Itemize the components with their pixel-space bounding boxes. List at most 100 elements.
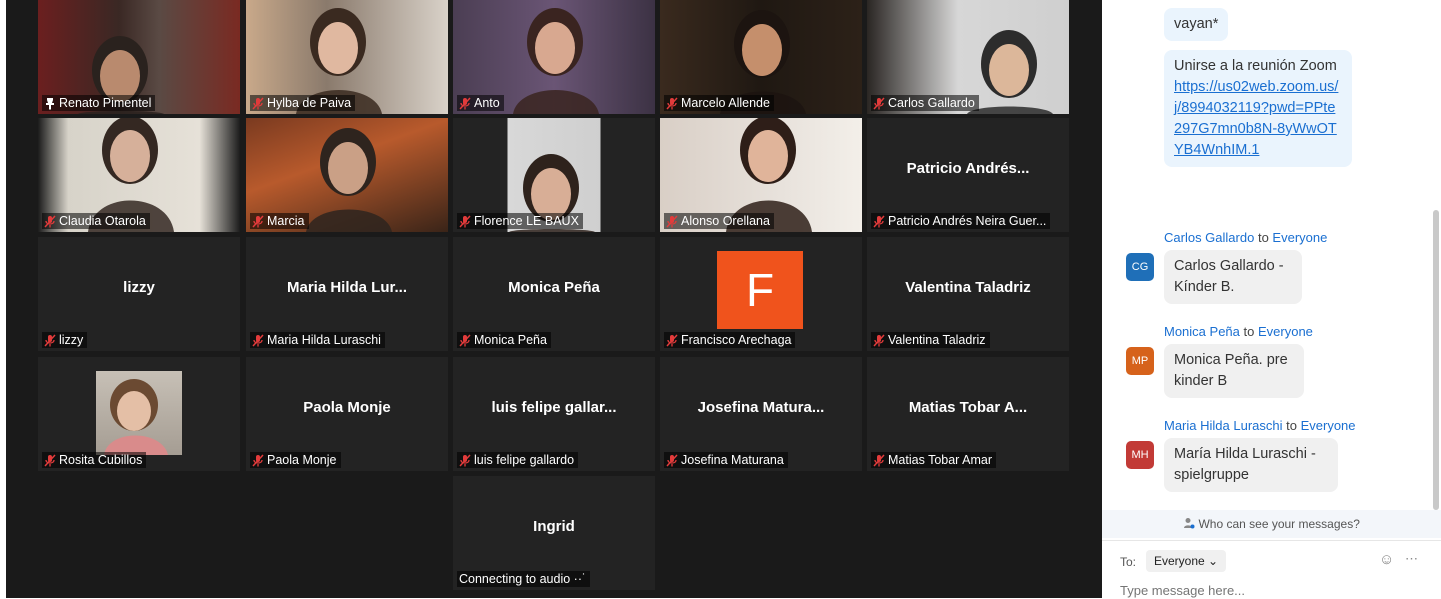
participant-name-text: Anto	[474, 96, 500, 110]
person-icon	[1183, 511, 1195, 529]
participant-display-name: Josefina Matura...	[697, 399, 825, 416]
participant-tile[interactable]: Patricio Andrés... Patricio Andrés Neira …	[867, 118, 1069, 232]
participant-name-text: lizzy	[59, 333, 84, 347]
mic-muted-icon	[252, 453, 264, 467]
avatar: F	[717, 251, 803, 329]
participant-name-text: luis felipe gallardo	[474, 453, 575, 467]
participant-tile[interactable]: Claudia Otarola	[38, 118, 240, 232]
more-options-icon[interactable]: ⋯	[1405, 551, 1418, 567]
participant-name-text: Maria Hilda Luraschi	[267, 333, 381, 347]
avatar: MH	[1126, 441, 1154, 469]
mic-muted-icon	[44, 333, 56, 347]
participant-tile[interactable]: Valentina Taladriz Valentina Taladriz	[867, 237, 1069, 351]
mic-muted-icon	[666, 214, 678, 228]
video-gallery: Renato Pimentel Hylba de Paiva Anto Marcelo…	[6, 0, 1102, 598]
mic-muted-icon	[459, 453, 471, 467]
participant-name-text: Marcelo Allende	[681, 96, 770, 110]
mic-muted-icon	[252, 214, 264, 228]
participant-tile[interactable]: Alonso Orellana	[660, 118, 862, 232]
participant-name-label: Hylba de Paiva	[250, 95, 356, 111]
participant-name-text: Renato Pimentel	[59, 96, 152, 110]
participant-tile[interactable]: Rosita Cubillos	[38, 357, 240, 471]
participant-display-name: lizzy	[123, 279, 155, 296]
participant-tile[interactable]: F Francisco Arechaga	[660, 237, 862, 351]
participant-name-label: Monica Peña	[457, 332, 551, 348]
chat-compose: To: Everyone ⌄ ☺ ⋯	[1102, 540, 1441, 599]
mic-muted-icon	[459, 333, 471, 347]
participant-name-text: Matias Tobar Amar	[888, 453, 992, 467]
chat-sender-carlos: Carlos Gallardo to Everyone	[1164, 230, 1328, 245]
mic-muted-icon	[873, 96, 885, 110]
participant-name-label: Marcelo Allende	[664, 95, 774, 111]
participant-name-text: Josefina Maturana	[681, 453, 784, 467]
participant-name-text: Claudia Otarola	[59, 214, 146, 228]
participant-name-text: Rosita Cubillos	[59, 453, 143, 467]
who-can-see-messages-link[interactable]: Who can see your messages?	[1102, 510, 1441, 538]
mic-muted-icon	[252, 333, 264, 347]
chat-sender-maria: Maria Hilda Luraschi to Everyone	[1164, 418, 1356, 433]
participant-name-label: Marcia	[250, 213, 309, 229]
participant-name-text: Monica Peña	[474, 333, 547, 347]
participant-display-name: Valentina Taladriz	[905, 279, 1031, 296]
participant-tile[interactable]: Marcia	[246, 118, 448, 232]
participant-tile[interactable]: Josefina Matura... Josefina Maturana	[660, 357, 862, 471]
participant-tile[interactable]: Renato Pimentel	[38, 0, 240, 114]
avatar: CG	[1126, 253, 1154, 281]
participant-name-text: Alonso Orellana	[681, 214, 770, 228]
participant-display-name: Paola Monje	[303, 399, 391, 416]
participant-tile[interactable]: Carlos Gallardo	[867, 0, 1069, 114]
participant-display-name: Ingrid	[533, 518, 575, 535]
participant-tile[interactable]: Matias Tobar A... Matias Tobar Amar	[867, 357, 1069, 471]
chevron-down-icon: ⌄	[1208, 554, 1219, 568]
mic-muted-icon	[873, 333, 885, 347]
participant-name-label: Claudia Otarola	[42, 213, 150, 229]
participant-tile[interactable]: Hylba de Paiva	[246, 0, 448, 114]
chat-message-3: Monica Peña. pre kinder B	[1164, 344, 1304, 398]
participant-name-label: Valentina Taladriz	[871, 332, 990, 348]
participant-display-name: luis felipe gallar...	[491, 399, 617, 416]
participant-tile[interactable]: Anto	[453, 0, 655, 114]
chat-scrollbar[interactable]	[1433, 210, 1439, 510]
zoom-meeting-link[interactable]: https://us02web.zoom.us/j/8994032119?pwd…	[1174, 79, 1338, 158]
emoji-icon[interactable]: ☺	[1379, 551, 1394, 568]
recipient-dropdown[interactable]: Everyone ⌄	[1146, 550, 1227, 572]
participant-name-label: Connecting to audio ··˙	[457, 571, 591, 587]
mic-muted-icon	[873, 214, 885, 228]
participant-name-label: Maria Hilda Luraschi	[250, 332, 385, 348]
chat-message-1-text: Unirse a la reunión Zoom	[1174, 58, 1337, 74]
participant-display-name: Patricio Andrés...	[906, 160, 1030, 177]
chat-message-4: María Hilda Luraschi - spielgruppe	[1164, 438, 1338, 492]
mic-muted-icon	[44, 453, 56, 467]
mic-muted-icon	[666, 333, 678, 347]
participant-tile[interactable]: Ingrid Connecting to audio ··˙	[453, 476, 655, 590]
participant-tile[interactable]: luis felipe gallar... luis felipe gallard…	[453, 357, 655, 471]
participant-name-text: Hylba de Paiva	[267, 96, 352, 110]
participant-name-label: Rosita Cubillos	[42, 452, 147, 468]
participant-name-label: Florence LE BAUX	[457, 213, 583, 229]
participant-name-label: lizzy	[42, 332, 88, 348]
participant-tile[interactable]: lizzy lizzy	[38, 237, 240, 351]
mic-muted-icon	[459, 96, 471, 110]
mic-muted-icon	[459, 214, 471, 228]
participant-display-name: Monica Peña	[508, 279, 600, 296]
participant-name-label: Anto	[457, 95, 504, 111]
participant-tile[interactable]: Marcelo Allende	[660, 0, 862, 114]
participant-name-text: Connecting to audio ··˙	[459, 572, 587, 586]
participant-tile[interactable]: Maria Hilda Lur... Maria Hilda Luraschi	[246, 237, 448, 351]
participant-tile[interactable]: Florence LE BAUX	[453, 118, 655, 232]
participant-name-text: Paola Monje	[267, 453, 337, 467]
participant-name-text: Valentina Taladriz	[888, 333, 986, 347]
participant-name-label: Josefina Maturana	[664, 452, 788, 468]
message-input[interactable]	[1120, 583, 1360, 598]
mic-muted-icon	[252, 96, 264, 110]
pin-icon	[44, 97, 56, 110]
participant-display-name: Maria Hilda Lur...	[286, 279, 408, 296]
participant-name-label: Patricio Andrés Neira Guer...	[871, 213, 1051, 229]
avatar: MP	[1126, 347, 1154, 375]
participant-tile[interactable]: Paola Monje Paola Monje	[246, 357, 448, 471]
participant-name-text: Francisco Arechaga	[681, 333, 792, 347]
mic-muted-icon	[666, 96, 678, 110]
participant-name-label: Alonso Orellana	[664, 213, 774, 229]
participant-photo	[96, 371, 182, 455]
participant-tile[interactable]: Monica Peña Monica Peña	[453, 237, 655, 351]
